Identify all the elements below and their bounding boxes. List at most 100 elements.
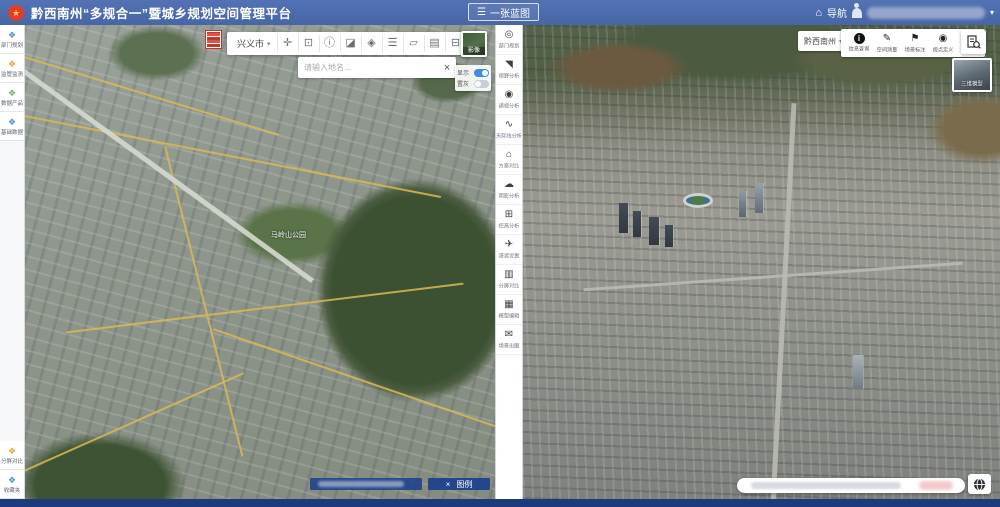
blueprint-button-label: 一张蓝图 (490, 5, 530, 20)
app-header: ★ 黔西南州“多规合一”暨城乡规划空间管理平台 ☰ 一张蓝图 ⌂ 导航 ▾ (0, 0, 1000, 25)
document-search-button[interactable] (961, 30, 986, 54)
viewpoint-define-tool[interactable]: ◉ 视点定义 (930, 33, 956, 54)
data-products-icon: ❖ (8, 88, 16, 98)
scene-mode-thumbnail[interactable]: 三维模型 (952, 58, 992, 92)
tool-label: 信息查询 (849, 45, 870, 53)
tool-label: 模型编辑 (499, 312, 520, 320)
tool-label: 通视分析 (499, 102, 520, 110)
scene-status-pill (737, 478, 965, 493)
eraser-clear-button[interactable]: ◪ (340, 35, 361, 52)
department-planning-icon: ◎ (505, 29, 514, 41)
tower-building (633, 211, 641, 237)
tower-building (665, 225, 673, 247)
sidebar-item-department-planning[interactable]: ❖ 部门规划 (0, 25, 24, 54)
search-close-icon[interactable]: × (438, 62, 456, 74)
identify-info-button[interactable]: ⓘ (319, 35, 340, 52)
draw-polygon-button[interactable]: ▱ (403, 35, 424, 52)
tool-skyline-analysis[interactable]: ∿ 天际线分析 (496, 115, 522, 145)
tool-line-of-sight-analysis[interactable]: ◉ 通视分析 (496, 85, 522, 115)
tool-label: 阴影分析 (499, 192, 520, 200)
shadow-analysis-icon: ☁ (504, 179, 514, 191)
supervision-monitoring-icon: ❖ (8, 59, 16, 69)
info-query-tool[interactable]: i 信息查询 (846, 33, 872, 53)
tool-department-planning[interactable]: ◎ 部门规划 (496, 25, 522, 55)
username-redacted (867, 7, 985, 19)
sidebar-item-split-compare[interactable]: ❖ 分屏对比 (0, 441, 24, 470)
map2d-toolbar: 兴义市 ▾ ✛ ⊡ ⓘ ◪ ◈ ☰ ▱ ▤ ⊟ (227, 32, 470, 55)
stadium-shape (683, 193, 713, 208)
city-dropdown-value: 兴义市 (237, 37, 264, 50)
menu-icon: ☰ (477, 7, 486, 18)
info-icon: i (854, 33, 865, 44)
flag-icon: ⚑ (911, 33, 920, 45)
planning-platform-app: ★ 黔西南州“多规合一”暨城乡规划空间管理平台 ☰ 一张蓝图 ⌂ 导航 ▾ ❖ … (0, 0, 1000, 507)
tool-shadow-analysis[interactable]: ☁ 阴影分析 (496, 175, 522, 205)
chevron-down-icon: ▾ (267, 40, 271, 48)
sidebar-item-supervision-monitoring[interactable]: ❖ 监管监测 (0, 54, 24, 83)
region-dropdown-value: 黔西南州 (804, 36, 836, 47)
sidebar-item-label: 部门规划 (1, 40, 23, 48)
spatial-measure-tool[interactable]: ✎ 空间测量 (874, 33, 900, 54)
tool-label: 场景标注 (905, 45, 926, 53)
sidebar-item-basic-data[interactable]: ❖ 基础数据 (0, 112, 24, 141)
tool-label: 天际线分析 (496, 132, 522, 140)
greyout-toggle-label: 置灰 (457, 79, 469, 88)
tower-building (853, 355, 863, 389)
home-icon[interactable]: ⌂ (815, 7, 822, 19)
scene-mode-label: 三维模型 (956, 79, 988, 87)
scene-main-road (771, 103, 797, 499)
city-scene-3d[interactable]: 黔西南州 ▾ i 信息查询 ✎ 空间测量 ⚑ 场景标注 ◉ 视点定义 ☀ (523, 25, 1000, 499)
skyline-icon: ∿ (505, 119, 513, 131)
sidebar-item-label: 分屏对比 (1, 456, 23, 464)
map-road-line (25, 372, 244, 480)
greyout-toggle-switch[interactable] (474, 80, 489, 88)
tool-label: 分屏对比 (499, 282, 520, 290)
roam-settings-icon: ✈ (505, 239, 513, 251)
satellite-map-2d[interactable]: 马岭山公园 兴义市 ▾ ✛ ⊡ ⓘ ◪ ◈ ☰ ▱ ▤ ⊟ × 影像 (25, 25, 495, 499)
blueprint-button[interactable]: ☰ 一张蓝图 (468, 3, 539, 21)
basemap-switcher-thumbnail[interactable]: 影像 (461, 31, 487, 57)
legend-button[interactable]: × 图例 (428, 478, 490, 490)
coordinates-redacted (318, 481, 404, 487)
tool-split-screen-compare[interactable]: ▥ 分屏对比 (496, 265, 522, 295)
tower-building (619, 203, 628, 233)
tool-height-control-analysis[interactable]: ⊞ 控高分析 (496, 205, 522, 235)
basemap-layers-button[interactable]: ◈ (361, 35, 382, 52)
scene-annotation-tool[interactable]: ⚑ 场景标注 (902, 33, 928, 54)
sidebar-item-data-products[interactable]: ❖ 数据产品 (0, 83, 24, 112)
tool-roam-settings[interactable]: ✈ 漫游设置 (496, 235, 522, 265)
place-search-bar: × (298, 57, 456, 78)
globe-reset-button[interactable] (968, 474, 991, 494)
model-edit-icon: ▦ (504, 299, 513, 311)
place-search-input[interactable] (298, 63, 438, 72)
line-of-sight-icon: ◉ (505, 89, 514, 101)
nav-link[interactable]: 导航 (827, 5, 847, 20)
tool-scene-export[interactable]: ✉ 场景出图 (496, 325, 522, 355)
full-extent-button[interactable]: ⊡ (298, 35, 319, 52)
folder-resources-button[interactable]: ▤ (424, 35, 445, 52)
scene-export-icon: ✉ (505, 329, 513, 341)
plan-comparison-icon: ⌂ (506, 149, 512, 161)
scene-cross-road (583, 262, 962, 292)
tool-model-edit[interactable]: ▦ 模型编辑 (496, 295, 522, 325)
red-legend-icon (207, 32, 220, 47)
sidebar-item-label: 监管监测 (1, 69, 23, 77)
park-map-label: 马岭山公园 (271, 230, 306, 240)
tool-label: 部门规划 (499, 42, 520, 50)
pan-tool-button[interactable]: ✛ (277, 35, 298, 52)
map-road-line (213, 328, 495, 428)
tower-building (755, 183, 763, 213)
city-dropdown[interactable]: 兴义市 ▾ (231, 37, 277, 50)
tool-viewshed-analysis[interactable]: ◥ 视野分析 (496, 55, 522, 85)
department-planning-icon: ❖ (8, 30, 16, 40)
show-toggle-switch[interactable] (474, 69, 489, 77)
red-legend-thumbnail[interactable] (205, 30, 222, 49)
toggle-knob (482, 70, 488, 76)
toggle-knob (475, 81, 481, 87)
sidebar-item-favorites[interactable]: ❖ 收藏夹 (0, 470, 24, 499)
measure-tool-button[interactable]: ☰ (382, 35, 403, 52)
status-highlight-redacted (919, 481, 953, 490)
tool-plan-comparison[interactable]: ⌂ 方案对比 (496, 145, 522, 175)
user-menu-caret-icon[interactable]: ▾ (990, 8, 994, 17)
split-screen-icon: ▥ (504, 269, 513, 281)
